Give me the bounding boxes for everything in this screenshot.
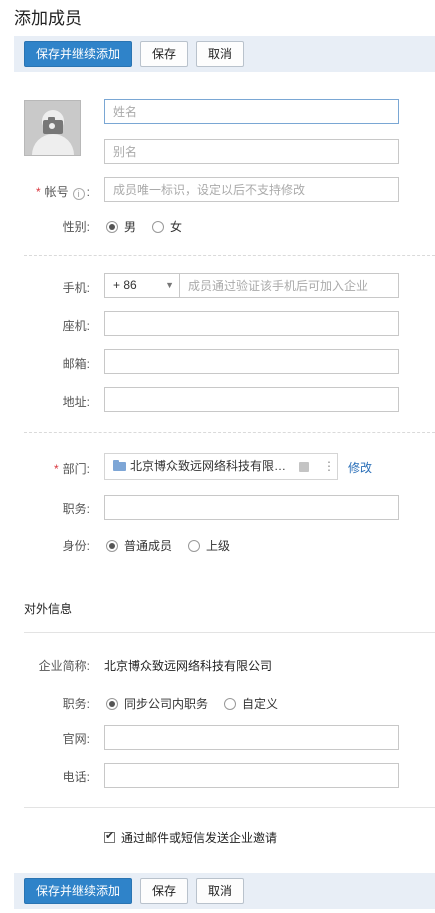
top-toolbar: 保存并继续添加 保存 取消	[14, 36, 435, 72]
save-and-continue-button[interactable]: 保存并继续添加	[24, 41, 132, 67]
department-tag[interactable]: 北京博众致远网络科技有限公司 ⋮	[104, 453, 338, 480]
department-name: 北京博众致远网络科技有限公司	[130, 459, 293, 473]
country-code-select[interactable]: + 86 ▼	[104, 273, 180, 298]
account-label-text: 帐号	[44, 185, 69, 199]
info-icon[interactable]: i	[72, 188, 85, 200]
caret-down-icon: ▼	[165, 280, 174, 290]
department-label-text: 部门:	[62, 462, 90, 476]
identity-superior-radio[interactable]: 上级	[188, 537, 230, 554]
department-label: * 部门:	[24, 460, 90, 477]
mobile-label: 手机:	[62, 281, 90, 295]
gender-radio-group: 男 女	[106, 218, 198, 235]
identity-label: 身份:	[62, 539, 90, 553]
name-input[interactable]	[104, 99, 399, 124]
website-label: 官网:	[62, 732, 90, 746]
identity-radio-group: 普通成员 上级	[106, 537, 246, 554]
avatar-upload[interactable]	[24, 100, 81, 156]
check-icon: ✔	[105, 830, 115, 842]
section-divider	[24, 807, 435, 808]
sync-position-label: 同步公司内职务	[124, 697, 209, 711]
gender-female-radio[interactable]: 女	[152, 218, 182, 235]
radio-dot	[106, 539, 118, 552]
avatar-body-silhouette	[32, 134, 74, 155]
camera-icon	[43, 117, 63, 134]
save-button[interactable]: 保存	[140, 41, 188, 67]
position-input[interactable]	[104, 495, 399, 520]
edit-department-link[interactable]: 修改	[348, 459, 372, 476]
save-and-continue-button[interactable]: 保存并继续添加	[24, 878, 132, 904]
external-info-title: 对外信息	[24, 602, 73, 616]
phone-input[interactable]	[104, 763, 399, 788]
radio-dot	[106, 220, 118, 233]
position-label: 职务:	[62, 502, 90, 516]
required-mark: *	[53, 462, 59, 476]
external-position-radio-group: 同步公司内职务 自定义	[106, 695, 294, 712]
email-label: 邮箱:	[62, 357, 90, 371]
identity-member-label: 普通成员	[124, 539, 173, 553]
radio-dot	[188, 539, 201, 552]
gender-female-label: 女	[170, 220, 183, 234]
external-position-label: 职务:	[62, 697, 90, 711]
section-divider	[24, 432, 435, 433]
email-input[interactable]	[104, 349, 399, 374]
radio-dot	[152, 220, 165, 233]
required-mark: *	[35, 185, 41, 199]
cancel-button[interactable]: 取消	[196, 41, 244, 67]
gender-male-label: 男	[124, 220, 137, 234]
save-button[interactable]: 保存	[140, 878, 188, 904]
company-short-name-value: 北京博众致远网络科技有限公司	[104, 659, 273, 673]
identity-superior-label: 上级	[206, 539, 231, 553]
mobile-input[interactable]	[179, 273, 399, 298]
company-short-name-label: 企业简称:	[38, 659, 90, 673]
address-label: 地址:	[62, 395, 90, 409]
send-invite-label: 通过邮件或短信发送企业邀请	[121, 831, 278, 845]
more-vertical-icon[interactable]: ⋮	[323, 454, 335, 479]
alias-input[interactable]	[104, 139, 399, 164]
custom-position-radio[interactable]: 自定义	[224, 695, 278, 712]
section-divider	[24, 632, 435, 633]
radio-dot	[106, 697, 118, 710]
folder-icon	[113, 460, 126, 471]
account-label: * 帐号 i:	[35, 185, 90, 200]
custom-position-label: 自定义	[242, 697, 279, 711]
radio-dot	[224, 697, 237, 710]
section-divider	[24, 255, 435, 256]
country-code-value: + 86	[113, 278, 137, 292]
identity-member-radio[interactable]: 普通成员	[106, 537, 172, 554]
department-card-icon[interactable]	[299, 462, 309, 472]
send-invite-checkbox[interactable]: ✔	[104, 830, 115, 843]
cancel-button[interactable]: 取消	[196, 878, 244, 904]
bottom-toolbar: 保存并继续添加 保存 取消	[14, 873, 435, 909]
send-invite-checkbox-row[interactable]: ✔ 通过邮件或短信发送企业邀请	[104, 829, 277, 846]
gender-male-radio[interactable]: 男	[106, 218, 136, 235]
phone-label: 电话:	[62, 770, 90, 784]
sync-position-radio[interactable]: 同步公司内职务	[106, 695, 208, 712]
address-input[interactable]	[104, 387, 399, 412]
gender-label: 性别:	[62, 220, 90, 234]
page-title: 添加成员	[14, 9, 82, 28]
landline-input[interactable]	[104, 311, 399, 336]
account-input[interactable]	[104, 177, 399, 202]
landline-label: 座机:	[62, 319, 90, 333]
website-input[interactable]	[104, 725, 399, 750]
